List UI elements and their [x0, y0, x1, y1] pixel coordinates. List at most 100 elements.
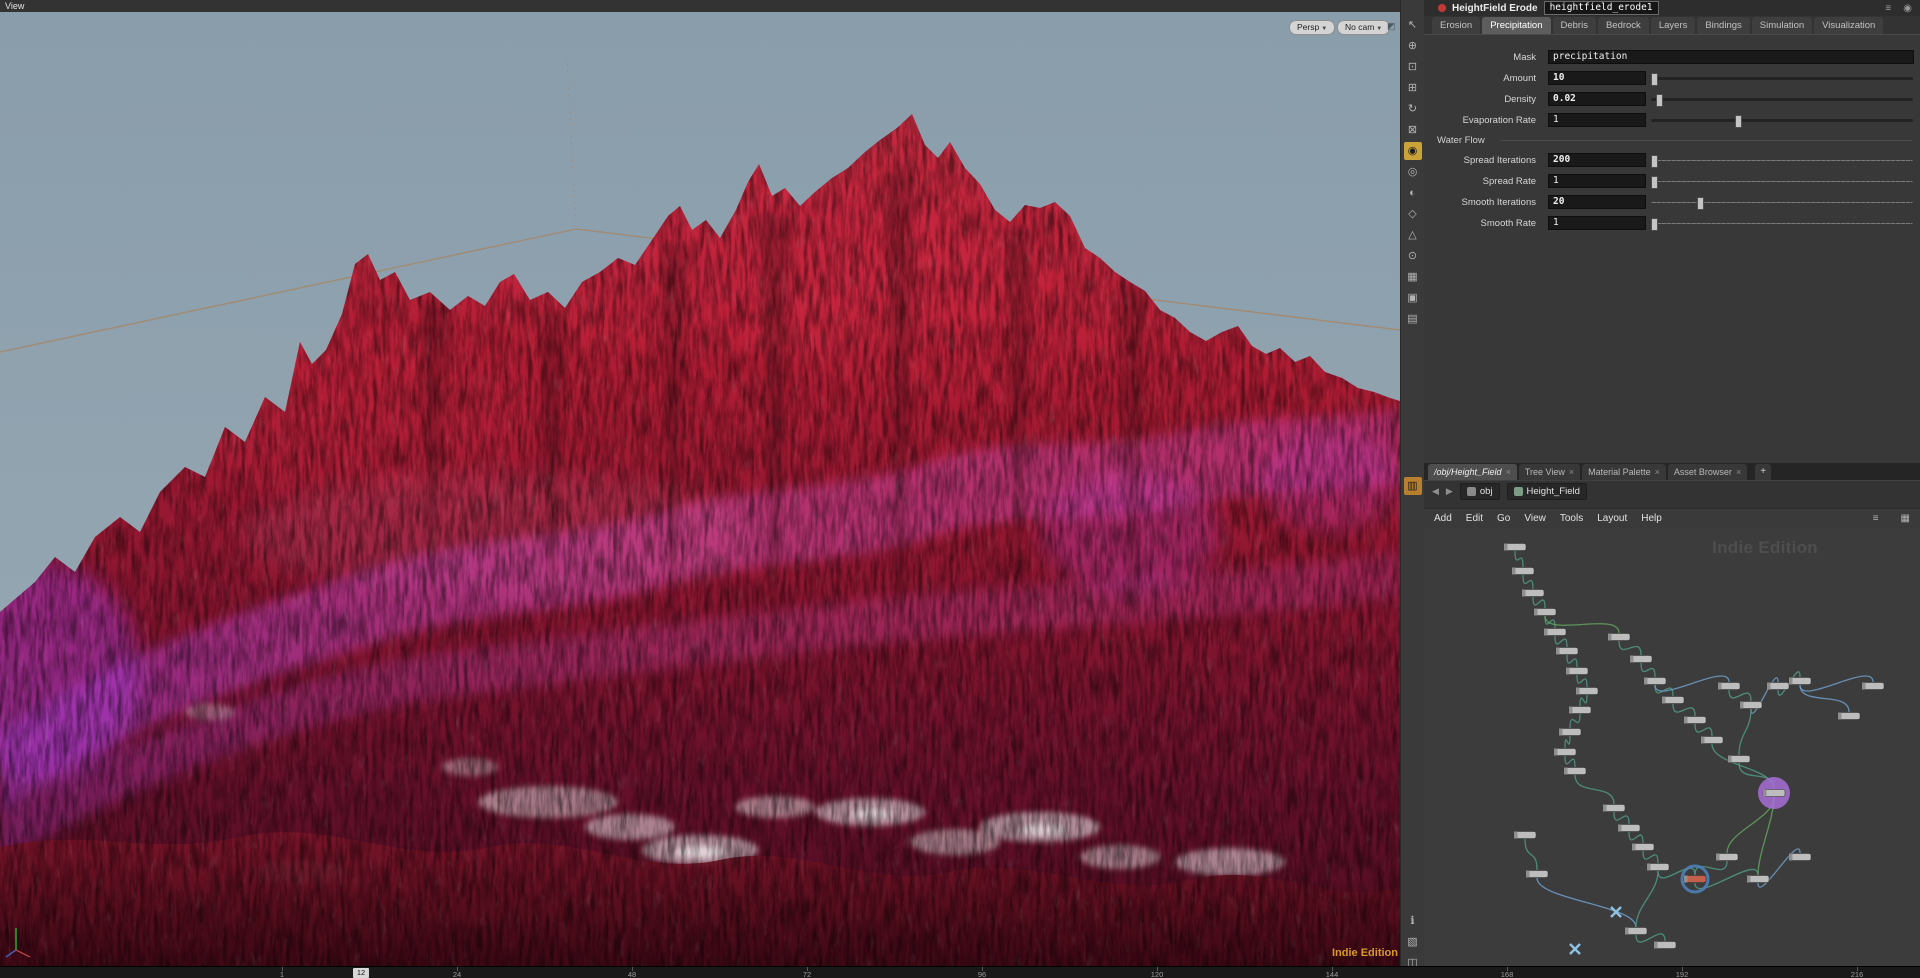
breadcrumb-height-field[interactable]: Height_Field — [1506, 483, 1587, 500]
graph-node-flag[interactable] — [1654, 941, 1658, 949]
graph-node-flag[interactable] — [1763, 789, 1767, 797]
camera-lock-icon[interactable]: ◩ — [1387, 21, 1396, 32]
graph-node-flag[interactable] — [1684, 716, 1688, 724]
slider-handle[interactable] — [1651, 155, 1658, 168]
graph-node-flag[interactable] — [1647, 863, 1651, 871]
camera-select-button[interactable]: No cam ▼ — [1337, 20, 1391, 35]
graph-node-flag[interactable] — [1534, 608, 1538, 616]
graph-node-flag[interactable] — [1747, 875, 1751, 883]
graph-node-flag[interactable] — [1632, 843, 1636, 851]
close-icon[interactable]: × — [1655, 467, 1660, 477]
history-forward-button[interactable]: ▶ — [1446, 486, 1453, 497]
grid-icon[interactable]: ▦ — [1404, 268, 1422, 286]
graph-node-flag[interactable] — [1789, 677, 1793, 685]
graph-node-flag[interactable] — [1716, 853, 1720, 861]
camera-icon[interactable]: ▣ — [1404, 289, 1422, 307]
graph-node-flag[interactable] — [1556, 647, 1560, 655]
param-field-amount[interactable]: 10 — [1548, 71, 1646, 85]
slider-handle[interactable] — [1651, 176, 1658, 189]
menu-tools[interactable]: Tools — [1560, 513, 1583, 524]
snap-grid-icon[interactable]: ▥ — [1403, 477, 1422, 495]
param-slider-smooth-rate[interactable] — [1651, 218, 1913, 231]
tab-simulation[interactable]: Simulation — [1751, 17, 1813, 34]
tab-debris[interactable]: Debris — [1552, 17, 1596, 34]
graph-node-flag[interactable] — [1544, 628, 1548, 636]
tab-visualization[interactable]: Visualization — [1814, 17, 1884, 34]
graph-node-flag[interactable] — [1618, 824, 1622, 832]
close-icon[interactable]: × — [1569, 467, 1574, 477]
group-select-icon[interactable]: ▤ — [1404, 310, 1422, 328]
graph-node-flag[interactable] — [1603, 804, 1607, 812]
graph-node-flag[interactable] — [1644, 677, 1648, 685]
box-select-icon[interactable]: ⊡ — [1404, 58, 1422, 76]
camera-persp-button[interactable]: Persp ▼ — [1289, 20, 1336, 35]
tab-layers[interactable]: Layers — [1650, 17, 1696, 34]
node-name-field[interactable]: heightfield_erode1 — [1543, 1, 1659, 15]
graph-node-flag[interactable] — [1608, 633, 1612, 641]
param-menu-icon[interactable]: ≡ — [1885, 3, 1891, 14]
graph-node-flag[interactable] — [1662, 696, 1666, 704]
param-slider-spread-iterations[interactable] — [1651, 155, 1913, 168]
slider-handle[interactable] — [1697, 197, 1704, 210]
param-field-smooth-rate[interactable]: 1 — [1548, 216, 1646, 230]
menu-layout[interactable]: Layout — [1597, 513, 1627, 524]
wireframe-icon[interactable]: ◇ — [1404, 205, 1422, 223]
graph-node-flag[interactable] — [1718, 682, 1722, 690]
close-icon[interactable]: × — [1736, 467, 1741, 477]
close-icon[interactable]: × — [1506, 467, 1511, 477]
param-slider-smooth-iterations[interactable] — [1651, 197, 1913, 210]
menu-go[interactable]: Go — [1497, 513, 1510, 524]
select-icon[interactable]: ↖ — [1404, 16, 1422, 34]
graph-node-flag[interactable] — [1526, 870, 1530, 878]
menu-edit[interactable]: Edit — [1466, 513, 1483, 524]
info-icon[interactable]: ℹ — [1404, 912, 1422, 930]
move-handle-icon[interactable]: ⊞ — [1404, 79, 1422, 97]
graph-node-flag[interactable] — [1522, 589, 1526, 597]
slider-handle[interactable] — [1656, 94, 1663, 107]
menu-add[interactable]: Add — [1434, 513, 1452, 524]
param-slider-amount[interactable] — [1651, 73, 1913, 86]
graph-node-flag[interactable] — [1701, 736, 1705, 744]
history-back-button[interactable]: ◀ — [1432, 486, 1439, 497]
graph-node-flag[interactable] — [1514, 831, 1518, 839]
tab-precipitation[interactable]: Precipitation — [1482, 17, 1551, 34]
normals-icon[interactable]: △ — [1404, 226, 1422, 244]
graph-node-flag[interactable] — [1789, 853, 1793, 861]
param-field-smooth-iterations[interactable]: 20 — [1548, 195, 1646, 209]
graph-node-flag[interactable] — [1740, 701, 1744, 709]
pane-tab-material-palette[interactable]: Material Palette × — [1582, 464, 1666, 480]
pane-tab-tree-view[interactable]: Tree View × — [1518, 464, 1581, 480]
pan-icon[interactable]: ⊕ — [1404, 37, 1422, 55]
graph-node-flag[interactable] — [1576, 687, 1580, 695]
graph-node-flag[interactable] — [1559, 728, 1563, 736]
graph-node-flag[interactable] — [1625, 927, 1629, 935]
graph-node-flag[interactable] — [1838, 712, 1842, 720]
menu-view[interactable]: View — [1524, 513, 1546, 524]
param-section-water-flow[interactable]: Water Flow — [1424, 131, 1920, 150]
network-dot-marker[interactable] — [1610, 906, 1622, 918]
network-dot-marker[interactable] — [1569, 943, 1581, 955]
param-slider-evaporation-rate[interactable] — [1651, 115, 1913, 128]
param-field-mask[interactable]: precipitation — [1548, 50, 1914, 64]
graph-node-flag[interactable] — [1569, 706, 1573, 714]
network-grid-icon[interactable]: ▦ — [1901, 513, 1910, 524]
breadcrumb-obj[interactable]: obj — [1459, 483, 1500, 500]
graph-node-flag[interactable] — [1504, 543, 1508, 551]
snap-icon[interactable]: ◎ — [1404, 163, 1422, 181]
graph-node-flag[interactable] — [1566, 667, 1570, 675]
param-field-spread-iterations[interactable]: 200 — [1548, 153, 1646, 167]
playbar-timeline[interactable]: 1 24 48 72 96 120 144 168 192 216 12 — [0, 966, 1920, 978]
pin-icon[interactable]: ◉ — [1903, 3, 1912, 14]
scene-viewport[interactable]: View Persp ▼ No cam ▼ ◩ Indie Edition — [0, 0, 1400, 966]
scale-handle-icon[interactable]: ⊠ — [1404, 121, 1422, 139]
graph-node-flag[interactable] — [1630, 655, 1634, 663]
graph-node-flag[interactable] — [1862, 682, 1866, 690]
slider-handle[interactable] — [1651, 218, 1658, 231]
graph-node-flag[interactable] — [1728, 755, 1732, 763]
shade-mode-icon[interactable]: ◐ — [1404, 184, 1422, 202]
param-slider-spread-rate[interactable] — [1651, 176, 1913, 189]
graph-node-flag[interactable] — [1684, 875, 1688, 883]
playhead[interactable]: 12 — [353, 968, 369, 978]
slider-handle[interactable] — [1735, 115, 1742, 128]
graph-node-flag[interactable] — [1564, 767, 1568, 775]
